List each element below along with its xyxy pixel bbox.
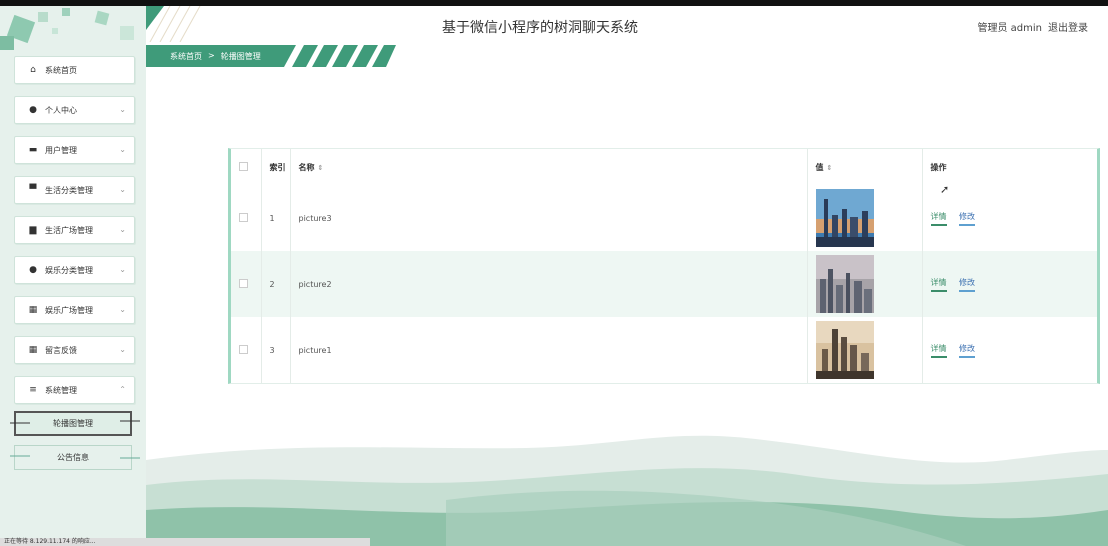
row-index: 3 bbox=[261, 317, 291, 383]
breadcrumb-separator: > bbox=[208, 51, 215, 60]
city-skyline-image bbox=[815, 255, 874, 313]
stack-icon: ▀ bbox=[29, 185, 37, 195]
sidebar-item-label: 生活分类管理 bbox=[45, 185, 93, 195]
row-value bbox=[807, 251, 923, 317]
row-value bbox=[807, 185, 923, 251]
chevron-up-icon: ⌃ bbox=[119, 385, 126, 394]
detail-link[interactable]: 详情 bbox=[930, 211, 947, 226]
pin-icon: ● bbox=[29, 265, 37, 275]
sidebar-item-label: 用户管理 bbox=[45, 145, 77, 155]
row-checkbox-cell bbox=[231, 317, 262, 383]
user-area: 管理员 admin 退出登录 bbox=[977, 19, 1088, 34]
username-label: 管理员 admin bbox=[977, 23, 1042, 34]
page-title: 基于微信小程序的树洞聊天系统 bbox=[442, 20, 638, 36]
header-actions: 操作 bbox=[930, 162, 947, 172]
row-checkbox-cell bbox=[231, 251, 262, 317]
select-all-checkbox[interactable] bbox=[239, 161, 248, 171]
header-checkbox-cell bbox=[231, 149, 262, 185]
chevron-down-icon: ⌄ bbox=[119, 265, 126, 274]
row-checkbox[interactable] bbox=[239, 278, 248, 288]
header-value-label: 值 bbox=[815, 162, 824, 172]
chevron-down-icon: ⌄ bbox=[119, 145, 126, 154]
sidebar-item-ent-square[interactable]: ▦ 娱乐广场管理 ⌄ bbox=[14, 296, 135, 324]
sidebar-item-label: 娱乐分类管理 bbox=[45, 265, 93, 275]
sort-icon[interactable]: ⇕ bbox=[827, 164, 833, 172]
header-name[interactable]: 名称 ⇕ bbox=[290, 149, 808, 185]
sidebar-item-label: 娱乐广场管理 bbox=[45, 305, 93, 315]
user-icon: ● bbox=[29, 105, 37, 115]
sidebar-item-ent-category[interactable]: ● 娱乐分类管理 ⌄ bbox=[14, 256, 135, 284]
sidebar-item-users[interactable]: ▬ 用户管理 ⌄ bbox=[14, 136, 135, 164]
clipboard-icon: ▆ bbox=[29, 225, 37, 235]
table-row: 3 picture1 详情 修改 bbox=[231, 317, 1097, 383]
sort-icon[interactable]: ⇕ bbox=[318, 164, 324, 172]
header-index: 索引 bbox=[261, 149, 291, 185]
table-row: 1 picture3 详情 修改 bbox=[231, 185, 1097, 251]
row-index: 1 bbox=[261, 185, 291, 251]
sidebar-item-personal[interactable]: ● 个人中心 ⌄ bbox=[14, 96, 135, 124]
sidebar-item-label: 系统首页 bbox=[45, 65, 77, 75]
row-index: 2 bbox=[261, 251, 291, 317]
detail-link[interactable]: 详情 bbox=[930, 277, 947, 292]
mouse-cursor-icon: ➚ bbox=[940, 183, 950, 196]
row-name: picture3 bbox=[290, 185, 808, 251]
sidebar-item-home[interactable]: ⌂ 系统首页 bbox=[14, 56, 135, 84]
sidebar-item-life-square[interactable]: ▆ 生活广场管理 ⌄ bbox=[14, 216, 135, 244]
chevron-down-icon: ⌄ bbox=[119, 185, 126, 194]
city-skyline-image bbox=[815, 189, 874, 247]
subitem-decoration bbox=[10, 420, 140, 459]
chevron-down-icon: ⌄ bbox=[119, 345, 126, 354]
edit-link[interactable]: 修改 bbox=[959, 277, 976, 292]
sidebar-item-label: 留言反馈 bbox=[45, 345, 77, 355]
breadcrumb-current: 轮播图管理 bbox=[220, 52, 261, 61]
logo-decoration bbox=[0, 6, 146, 56]
edit-link[interactable]: 修改 bbox=[959, 211, 976, 226]
breadcrumb-home[interactable]: 系统首页 bbox=[170, 51, 202, 62]
grid-icon: ▦ bbox=[28, 305, 38, 315]
wave-decoration bbox=[146, 435, 1108, 546]
logout-link[interactable]: 退出登录 bbox=[1048, 19, 1088, 34]
breadcrumb: 系统首页 > 轮播图管理 bbox=[170, 51, 261, 62]
header-decoration bbox=[146, 6, 201, 42]
header-value[interactable]: 值 ⇕ bbox=[807, 149, 923, 185]
row-value bbox=[807, 317, 923, 383]
chevron-down-icon: ⌄ bbox=[119, 305, 126, 314]
data-table: 索引 名称 ⇕ 值 ⇕ 操作 1 picture3 详情 修改 2 pictur… bbox=[228, 148, 1100, 384]
header-name-label: 名称 bbox=[298, 162, 315, 172]
sidebar-item-system[interactable]: ≡ 系统管理 ⌃ bbox=[14, 376, 135, 404]
sidebar-item-life-category[interactable]: ▀ 生活分类管理 ⌄ bbox=[14, 176, 135, 204]
row-actions: 详情 修改 bbox=[922, 317, 1097, 383]
home-icon: ⌂ bbox=[30, 65, 36, 75]
sliders-icon: ≡ bbox=[29, 385, 37, 395]
status-bar: 正在等待 8.129.11.174 的响应... bbox=[0, 538, 370, 546]
grid-icon: ▦ bbox=[28, 345, 38, 355]
sidebar-item-label: 系统管理 bbox=[45, 385, 77, 395]
row-checkbox-cell bbox=[231, 185, 262, 251]
row-actions: 详情 修改 bbox=[922, 251, 1097, 317]
table-header-row: 索引 名称 ⇕ 值 ⇕ 操作 bbox=[231, 149, 1097, 185]
table-row: 2 picture2 详情 修改 bbox=[231, 251, 1097, 317]
row-name: picture1 bbox=[290, 317, 808, 383]
sidebar-item-label: 生活广场管理 bbox=[45, 225, 93, 235]
row-checkbox[interactable] bbox=[239, 212, 248, 222]
row-name: picture2 bbox=[290, 251, 808, 317]
row-checkbox[interactable] bbox=[239, 344, 248, 354]
sidebar: ⌂ 系统首页 ● 个人中心 ⌄ ▬ 用户管理 ⌄ ▀ 生活分类管理 ⌄ ▆ 生活… bbox=[0, 6, 146, 546]
sidebar-item-feedback[interactable]: ▦ 留言反馈 ⌄ bbox=[14, 336, 135, 364]
chevron-down-icon: ⌄ bbox=[119, 105, 126, 114]
chevron-down-icon: ⌄ bbox=[119, 225, 126, 234]
monitor-icon: ▬ bbox=[28, 145, 38, 155]
sidebar-item-label: 个人中心 bbox=[45, 105, 77, 115]
edit-link[interactable]: 修改 bbox=[959, 343, 976, 358]
city-skyline-image bbox=[815, 321, 874, 379]
detail-link[interactable]: 详情 bbox=[930, 343, 947, 358]
